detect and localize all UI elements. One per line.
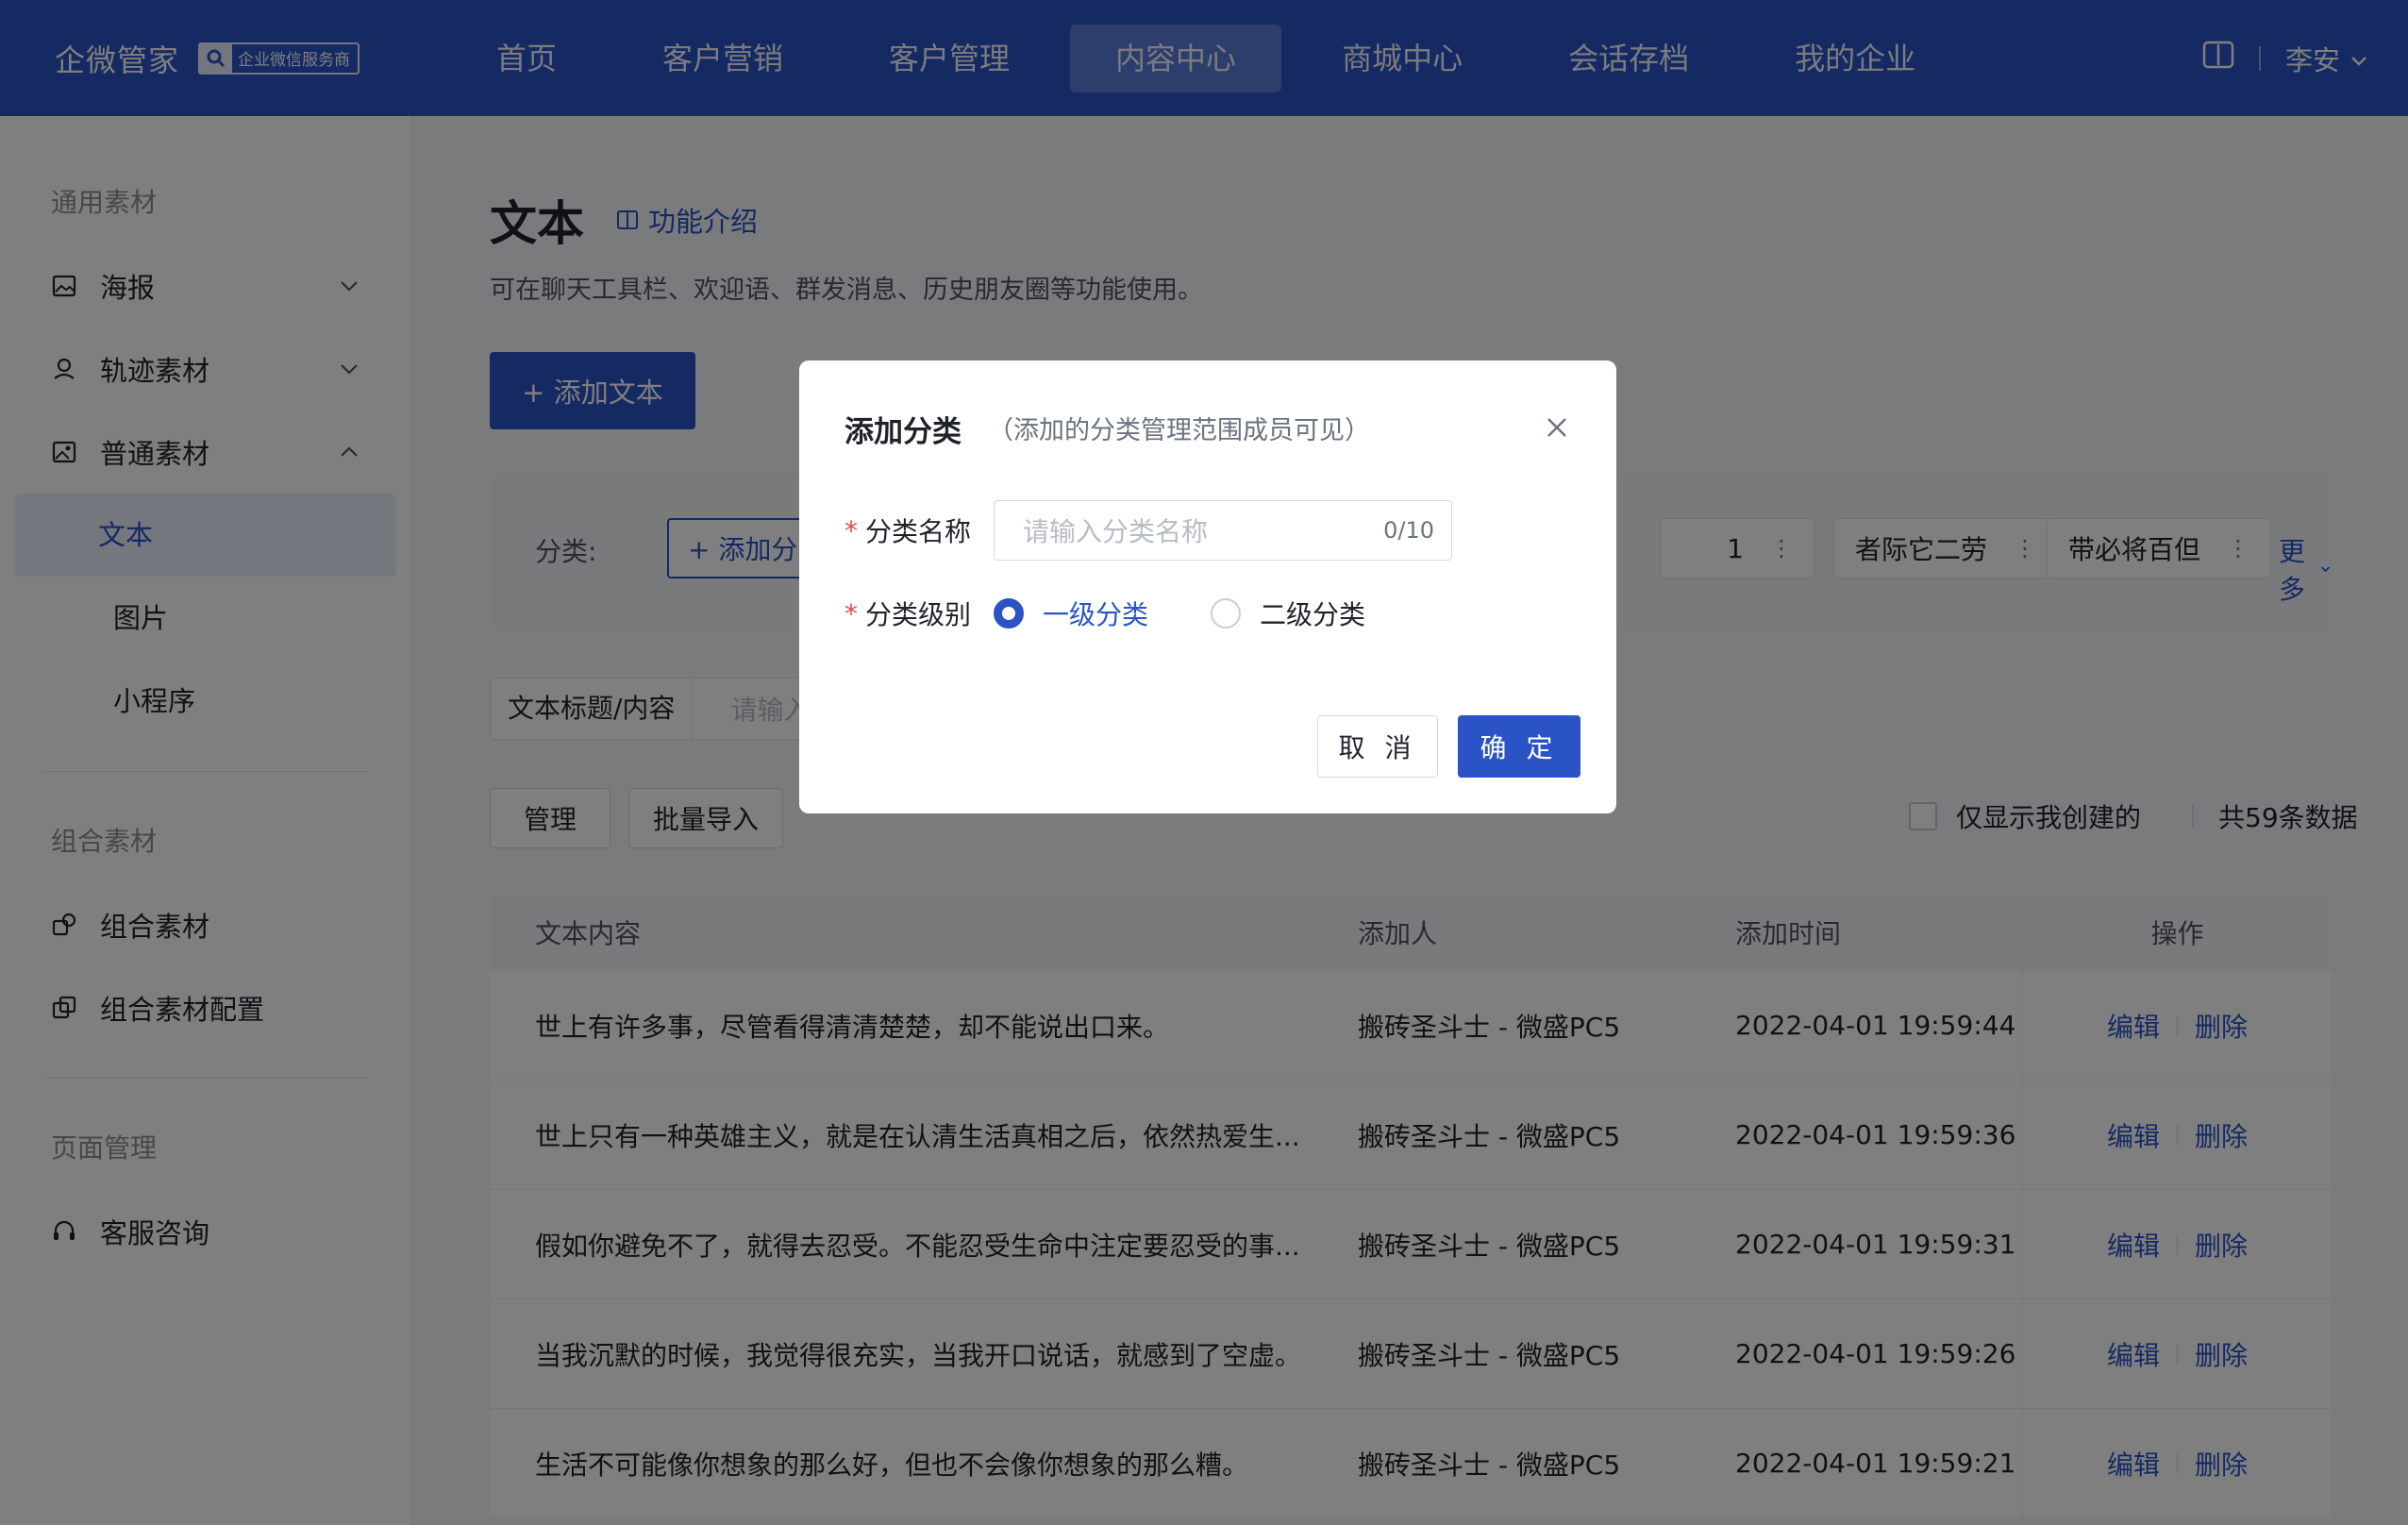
dialog-title: 添加分类 — [844, 415, 962, 449]
required-mark: * — [844, 514, 858, 546]
cancel-button[interactable]: 取 消 — [1317, 715, 1438, 778]
radio-unchecked-icon — [1211, 598, 1242, 628]
add-category-dialog: 添加分类 （添加的分类管理范围成员可见） * 分类名称 请输入分类名称 0/10… — [799, 360, 1616, 813]
name-label: 分类名称 — [865, 516, 972, 547]
name-form-row: * 分类名称 请输入分类名称 0/10 — [844, 500, 1453, 561]
char-counter: 0/10 — [1383, 517, 1435, 544]
radio-label: 二级分类 — [1260, 599, 1366, 630]
confirm-button[interactable]: 确 定 — [1458, 715, 1580, 778]
level-label: 分类级别 — [865, 599, 972, 630]
category-name-placeholder: 请输入分类名称 — [1023, 516, 1209, 547]
category-name-input[interactable]: 请输入分类名称 0/10 — [994, 500, 1453, 561]
radio-level-1[interactable]: 一级分类 — [994, 595, 1148, 632]
radio-label: 一级分类 — [1043, 599, 1149, 630]
radio-level-2[interactable]: 二级分类 — [1211, 595, 1365, 632]
level-form-row: * 分类级别 一级分类 二级分类 — [844, 595, 1405, 632]
dialog-subtitle: （添加的分类管理范围成员可见） — [988, 416, 1370, 445]
required-mark: * — [844, 597, 858, 629]
radio-checked-icon — [994, 598, 1025, 628]
close-icon[interactable] — [1545, 415, 1569, 440]
